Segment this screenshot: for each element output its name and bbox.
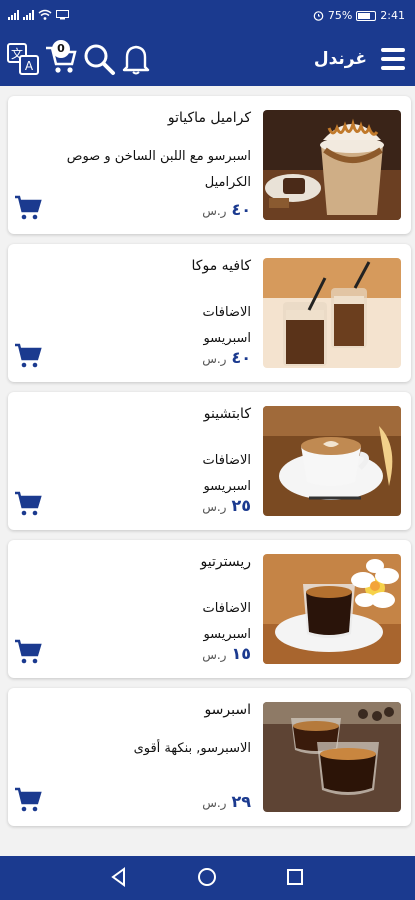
price-amount: ٢٥ [231, 496, 251, 515]
battery-percent: 75% [327, 9, 353, 22]
product-extras: الاضافات اسبريسو [203, 300, 251, 352]
product-image [263, 406, 401, 516]
svg-text:A: A [25, 59, 34, 73]
search-icon[interactable] [82, 42, 116, 76]
product-card[interactable]: كافيه موكا الاضافات اسبريسو ٤٠ ر.س [8, 244, 411, 382]
product-price: ٢٥ ر.س [202, 496, 251, 515]
price-amount: ٤٠ [231, 348, 251, 367]
product-image [263, 554, 401, 664]
product-description: الاسبرسو, بنكهة أقوى [133, 741, 251, 756]
price-amount: ٢٩ [231, 792, 251, 811]
product-name: كافيه موكا [191, 258, 251, 274]
product-price: ١٥ ر.س [202, 644, 251, 663]
status-bar: 75% 2:41 [0, 0, 415, 34]
cart-badge: 0 [52, 40, 70, 58]
add-to-cart-icon[interactable] [14, 490, 42, 518]
extras-label: الاضافات [202, 453, 251, 468]
product-list: كراميل ماكياتو اسبرسو مع اللبن الساخن و … [8, 96, 411, 836]
back-icon[interactable] [108, 866, 130, 888]
system-nav-bar [0, 856, 415, 900]
status-right: 75% 2:41 [313, 9, 405, 22]
product-name: ريسترتيو [200, 554, 251, 570]
extras-label: الاضافات [202, 601, 251, 616]
product-card[interactable]: ريسترتيو الاضافات اسبريسو ١٥ ر.س [8, 540, 411, 678]
clock: 2:41 [380, 9, 405, 22]
screen-icon [56, 9, 69, 19]
product-image [263, 258, 401, 368]
bell-icon[interactable] [121, 42, 151, 76]
home-icon[interactable] [196, 866, 218, 888]
recents-icon[interactable] [284, 866, 306, 888]
extras-label: الاضافات [202, 305, 251, 320]
page-title: غرندل [313, 49, 367, 69]
product-card[interactable]: كابتشينو الاضافات اسبريسو ٢٥ ر.س [8, 392, 411, 530]
product-extras: الاضافات اسبريسو [203, 448, 251, 500]
status-left [8, 9, 69, 20]
price-currency: ر.س [202, 796, 227, 810]
app-bar: غرندل 文 A 0 [0, 34, 415, 86]
product-extras: الاضافات اسبريسو [203, 596, 251, 648]
price-currency: ر.س [202, 204, 227, 218]
product-card[interactable]: اسبرسو الاسبرسو, بنكهة أقوى ٢٩ ر.س [8, 688, 411, 826]
product-name: كابتشينو [203, 406, 251, 422]
alarm-icon [313, 11, 324, 21]
product-card[interactable]: كراميل ماكياتو اسبرسو مع اللبن الساخن و … [8, 96, 411, 234]
price-currency: ر.س [202, 648, 227, 662]
wifi-icon [38, 9, 52, 20]
add-to-cart-icon[interactable] [14, 638, 42, 666]
product-price: ٢٩ ر.س [202, 792, 251, 811]
product-price: ٤٠ ر.س [202, 200, 251, 219]
signal-icon [23, 9, 34, 20]
signal-icon [8, 9, 19, 20]
product-name: كراميل ماكياتو [167, 110, 251, 126]
product-price: ٤٠ ر.س [202, 348, 251, 367]
battery-icon [356, 10, 377, 21]
translate-icon[interactable]: 文 A [6, 42, 40, 76]
product-image [263, 110, 401, 220]
product-image [263, 702, 401, 812]
price-amount: ٤٠ [231, 200, 251, 219]
price-amount: ١٥ [231, 644, 251, 663]
price-currency: ر.س [202, 352, 227, 366]
add-to-cart-icon[interactable] [14, 342, 42, 370]
add-to-cart-icon[interactable] [14, 786, 42, 814]
product-name: اسبرسو [204, 702, 251, 718]
menu-icon[interactable] [381, 48, 405, 70]
product-description: اسبرسو مع اللبن الساخن و صوص الكراميل [66, 149, 251, 190]
add-to-cart-icon[interactable] [14, 194, 42, 222]
price-currency: ر.س [202, 500, 227, 514]
